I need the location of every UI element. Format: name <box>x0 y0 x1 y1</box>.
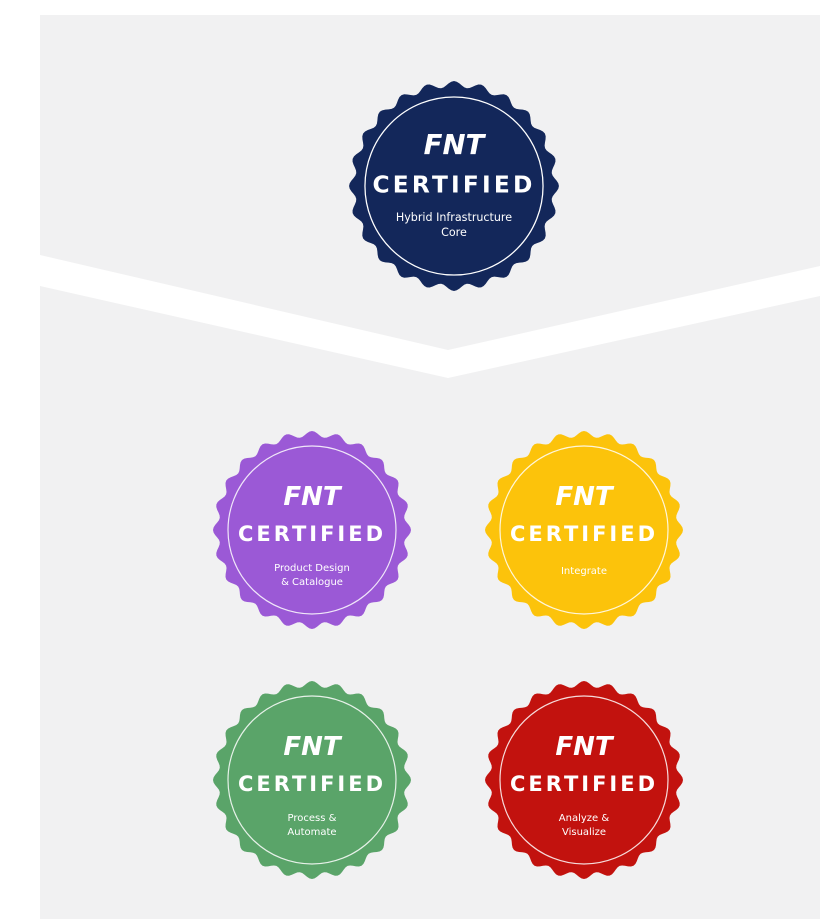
certification-seal-icon: FNT CERTIFIED Integrate <box>485 431 683 629</box>
badge-certified-label: CERTIFIED <box>238 522 386 546</box>
badge-certified-label: CERTIFIED <box>238 772 386 796</box>
certification-seal-icon: FNT CERTIFIED Process & Automate <box>213 681 411 879</box>
badge-certified-label: CERTIFIED <box>372 171 535 198</box>
certification-graphic: FNT CERTIFIED Hybrid Infrastructure Core… <box>0 0 820 919</box>
badge-brand: FNT <box>555 482 615 512</box>
certification-seal-icon: FNT CERTIFIED Product Design & Catalogue <box>213 431 411 629</box>
badge-process-automate: FNT CERTIFIED Process & Automate <box>212 680 412 880</box>
certification-seal-icon: FNT CERTIFIED Analyze & Visualize <box>485 681 683 879</box>
badge-subtitle-line2: Visualize <box>562 827 606 838</box>
badge-subtitle-line2: & Catalogue <box>281 577 343 588</box>
badge-subtitle-line2: Automate <box>287 827 336 838</box>
badge-certified-label: CERTIFIED <box>510 522 658 546</box>
badge-subtitle-line1: Hybrid Infrastructure <box>396 211 512 224</box>
bottom-panel <box>40 286 820 919</box>
badge-subtitle-line1: Integrate <box>561 566 607 577</box>
badge-analyze-visualize: FNT CERTIFIED Analyze & Visualize <box>484 680 684 880</box>
badge-subtitle-line1: Process & <box>288 813 337 824</box>
certification-seal-icon: FNT CERTIFIED Hybrid Infrastructure Core <box>349 81 559 291</box>
badge-product-design-catalogue: FNT CERTIFIED Product Design & Catalogue <box>212 430 412 630</box>
badge-brand: FNT <box>283 732 343 762</box>
badge-brand: FNT <box>555 732 615 762</box>
badge-subtitle-line1: Product Design <box>274 563 350 574</box>
badge-hybrid-infrastructure-core: FNT CERTIFIED Hybrid Infrastructure Core <box>348 80 560 292</box>
badge-brand: FNT <box>424 129 487 161</box>
badge-brand: FNT <box>283 482 343 512</box>
badge-subtitle-line2: Core <box>441 226 467 239</box>
badge-certified-label: CERTIFIED <box>510 772 658 796</box>
badge-subtitle-line1: Analyze & <box>559 813 610 824</box>
badge-integrate: FNT CERTIFIED Integrate <box>484 430 684 630</box>
